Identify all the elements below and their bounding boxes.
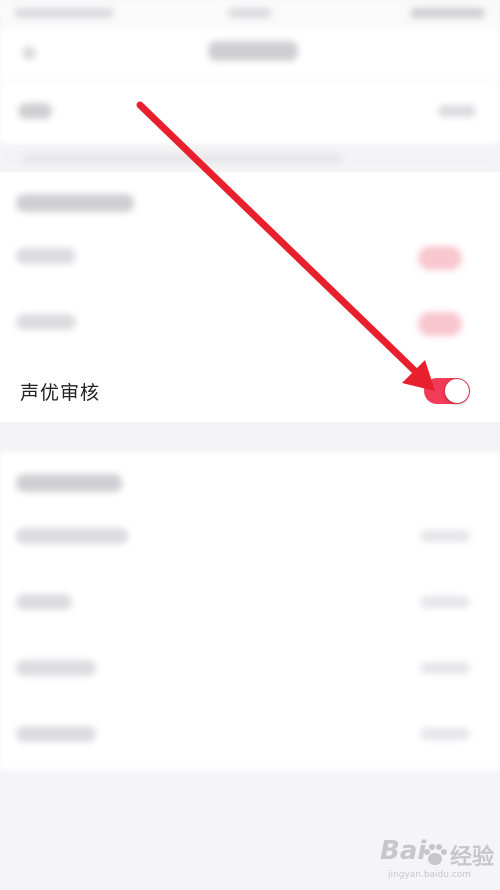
baidu-watermark: Bai 经验 jingyan.baidu.com bbox=[380, 836, 495, 884]
watermark-suffix: 经验 bbox=[450, 845, 495, 870]
watermark-brand: Bai bbox=[380, 836, 427, 866]
annotation-arrow-icon bbox=[136, 101, 435, 391]
paw-icon bbox=[424, 844, 447, 865]
watermark-url: jingyan.baidu.com bbox=[388, 870, 472, 880]
